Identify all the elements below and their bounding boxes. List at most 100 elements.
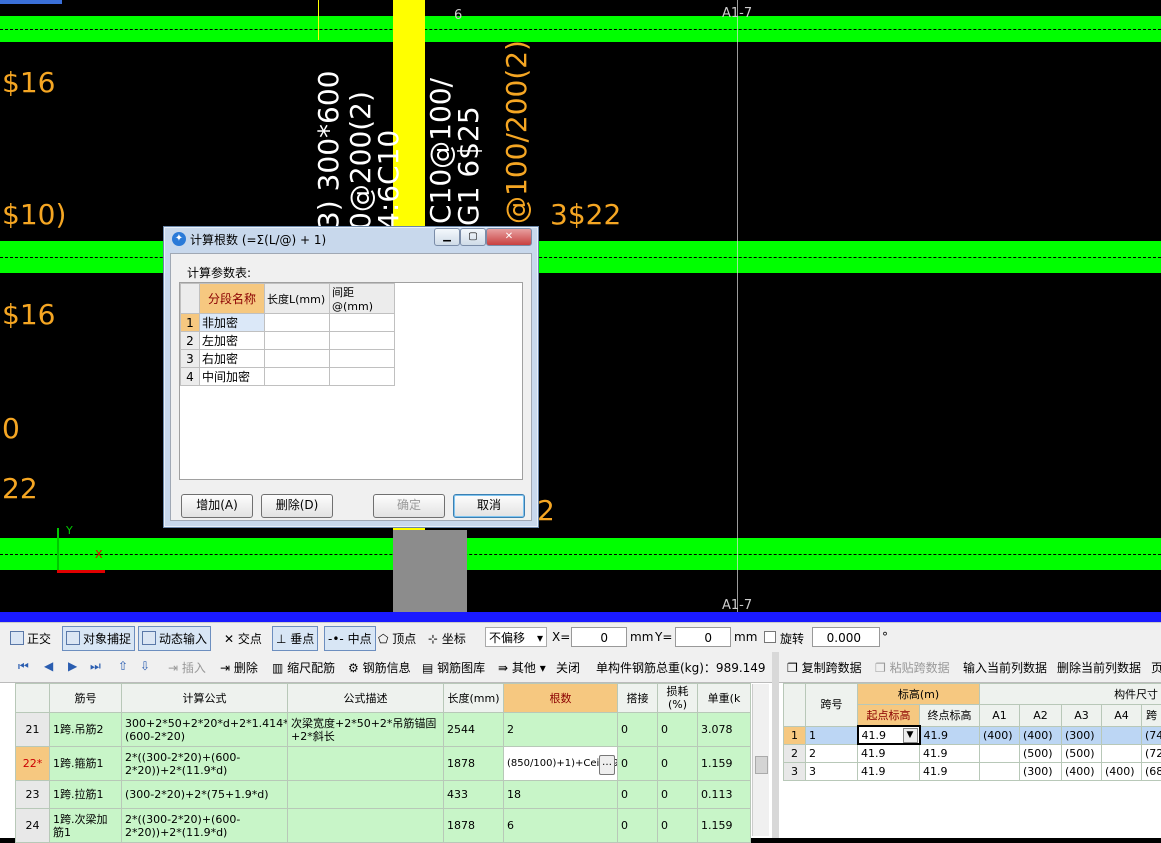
spacing-cell[interactable] (330, 350, 395, 368)
length-cell[interactable] (265, 314, 330, 332)
a4-cell[interactable]: (400) (1102, 762, 1142, 780)
cancel-button[interactable]: 取消 (453, 494, 525, 518)
x-input[interactable]: 0 (571, 627, 627, 647)
prev-record-icon[interactable]: ◀ (44, 659, 53, 673)
col-end-elevation[interactable]: 终点标高 (920, 705, 980, 727)
description-cell[interactable] (288, 809, 444, 843)
length-cell[interactable] (265, 350, 330, 368)
midpoint-toggle[interactable]: -•- 中点 (324, 626, 376, 651)
lap-cell[interactable]: 0 (618, 713, 658, 747)
col-segment-name[interactable]: 分段名称 (200, 284, 265, 314)
end-elevation-cell[interactable]: 41.9 (920, 762, 980, 780)
segment-name-cell[interactable]: 左加密 (200, 332, 265, 350)
span-table[interactable]: 跨号 标高(m) 构件尺寸 起点标高 终点标高 A1 A2 A3 A4 跨 1 … (783, 683, 1161, 781)
a1-cell[interactable] (980, 744, 1020, 762)
beam-bar-1[interactable] (0, 16, 1161, 42)
description-cell[interactable] (288, 781, 444, 809)
a2-cell[interactable]: (500) (1020, 744, 1062, 762)
a3-cell[interactable]: (300) (1062, 726, 1102, 744)
length-cell[interactable] (265, 332, 330, 350)
dialog-titlebar[interactable]: ✦ 计算根数 (=Σ(L/@) + 1) ▁ ▢ ✕ (164, 227, 538, 251)
panel-splitter[interactable] (772, 652, 779, 838)
vertex-toggle[interactable]: ⬠ 顶点 (378, 630, 416, 647)
formula-cell[interactable]: 300+2*50+2*20*d+2*1.414*(600-2*20) (122, 713, 288, 747)
col-a2[interactable]: A2 (1020, 705, 1062, 727)
close-button[interactable]: 关闭 (556, 659, 580, 676)
count-cell[interactable]: 6 (504, 809, 618, 843)
table-row[interactable]: 1 1 41.9▼ 41.9 (400) (400) (300) (74 (784, 726, 1161, 744)
unit-weight-cell[interactable]: 1.159 (698, 747, 751, 781)
segment-name-cell[interactable]: 非加密 (200, 314, 265, 332)
segment-name-cell[interactable]: 中间加密 (200, 368, 265, 386)
dynamic-input-toggle[interactable]: 动态输入 (138, 626, 211, 651)
unit-weight-cell[interactable]: 3.078 (698, 713, 751, 747)
more-button[interactable]: 页 (1151, 659, 1161, 676)
add-button[interactable]: 增加(A) (181, 494, 253, 518)
rebar-name-cell[interactable]: 1跨.箍筋1 (50, 747, 122, 781)
description-cell[interactable] (288, 747, 444, 781)
col-elevation[interactable]: 标高(m) (858, 684, 980, 705)
delete-column-button[interactable]: 删除当前列数据 (1057, 659, 1141, 676)
first-record-icon[interactable]: ⏮ (18, 659, 29, 674)
spacing-cell[interactable] (330, 332, 395, 350)
table-row[interactable]: 23 1跨.拉筋1 (300-2*20)+2*(75+1.9*d) 433 18… (16, 781, 751, 809)
length-cell[interactable]: 433 (444, 781, 504, 809)
rebar-name-cell[interactable]: 1跨.拉筋1 (50, 781, 122, 809)
start-elevation-cell[interactable]: 41.9 (858, 744, 920, 762)
input-column-button[interactable]: 输入当前列数据 (963, 659, 1047, 676)
length-cell[interactable]: 1878 (444, 809, 504, 843)
ellipsis-button[interactable]: … (599, 755, 615, 775)
loss-cell[interactable]: 0 (658, 713, 698, 747)
table-row[interactable]: 21 1跨.吊筋2 300+2*50+2*20*d+2*1.414*(600-2… (16, 713, 751, 747)
a3-cell[interactable]: (400) (1062, 762, 1102, 780)
minimize-icon[interactable]: ▁ (434, 228, 460, 246)
insert-button[interactable]: ⇥ 插入 (168, 659, 206, 676)
formula-cell[interactable]: 2*((300-2*20)+(600-2*20))+2*(11.9*d) (122, 747, 288, 781)
delete-button[interactable]: 删除(D) (261, 494, 333, 518)
delete-row-button[interactable]: ⇥ 删除 (220, 659, 258, 676)
other-button[interactable]: ⇛ 其他 ▾ (498, 659, 546, 676)
col-span-length[interactable]: 跨 (1142, 705, 1161, 727)
scale-rebar-button[interactable]: ▥ 缩尺配筋 (272, 659, 335, 676)
rotate-input[interactable]: 0.000 (812, 627, 880, 647)
table-row[interactable]: 2 2 41.9 41.9 (500) (500) (72 (784, 744, 1161, 762)
length-cell[interactable]: 2544 (444, 713, 504, 747)
col-a4[interactable]: A4 (1102, 705, 1142, 727)
move-down-icon[interactable]: ⇩ (140, 659, 150, 673)
lap-cell[interactable]: 0 (618, 747, 658, 781)
span-cell[interactable]: 2 (806, 744, 858, 762)
spacing-cell[interactable] (330, 368, 395, 386)
offset-select[interactable]: 不偏移▾ (485, 627, 547, 647)
col-lap[interactable]: 搭接 (618, 684, 658, 713)
rotate-checkbox[interactable]: 旋转 (764, 630, 804, 647)
rebar-library-button[interactable]: ▤ 钢筋图库 (422, 659, 485, 676)
formula-cell[interactable]: (300-2*20)+2*(75+1.9*d) (122, 781, 288, 809)
rebar-name-cell[interactable]: 1跨.次梁加筋1 (50, 809, 122, 843)
ok-button[interactable]: 确定 (373, 494, 445, 518)
param-row-1[interactable]: 1 非加密 (181, 314, 395, 332)
start-elevation-cell[interactable]: 41.9 (858, 762, 920, 780)
end-elevation-cell[interactable]: 41.9 (920, 744, 980, 762)
col-a3[interactable]: A3 (1062, 705, 1102, 727)
table-row[interactable]: 22* 1跨.箍筋1 2*((300-2*20)+(600-2*20))+2*(… (16, 747, 751, 781)
unit-weight-cell[interactable]: 0.113 (698, 781, 751, 809)
rebar-table[interactable]: 筋号 计算公式 公式描述 长度(mm) 根数 搭接 损耗(%) 单重(k 21 … (15, 683, 751, 843)
table-row[interactable]: 24 1跨.次梁加筋1 2*((300-2*20)+(600-2*20))+2*… (16, 809, 751, 843)
length-cell[interactable]: 1878 (444, 747, 504, 781)
a1-cell[interactable]: (400) (980, 726, 1020, 744)
close-icon[interactable]: ✕ (486, 228, 532, 246)
move-up-icon[interactable]: ⇧ (118, 659, 128, 673)
span-cell[interactable]: 3 (806, 762, 858, 780)
snap-toggle[interactable]: 对象捕捉 (62, 626, 135, 651)
col-description[interactable]: 公式描述 (288, 684, 444, 713)
span-length-cell[interactable]: (68 (1142, 762, 1161, 780)
table-row[interactable]: 3 3 41.9 41.9 (300) (400) (400) (68 (784, 762, 1161, 780)
col-span-no[interactable]: 跨号 (806, 684, 858, 727)
span-cell[interactable]: 1 (806, 726, 858, 744)
param-row-4[interactable]: 4 中间加密 (181, 368, 395, 386)
calc-count-dialog[interactable]: ✦ 计算根数 (=Σ(L/@) + 1) ▁ ▢ ✕ 计算参数表: 分段名称 长… (163, 226, 539, 528)
copy-span-button[interactable]: ❐ 复制跨数据 (787, 659, 862, 676)
loss-cell[interactable]: 0 (658, 809, 698, 843)
a3-cell[interactable]: (500) (1062, 744, 1102, 762)
lap-cell[interactable]: 0 (618, 809, 658, 843)
